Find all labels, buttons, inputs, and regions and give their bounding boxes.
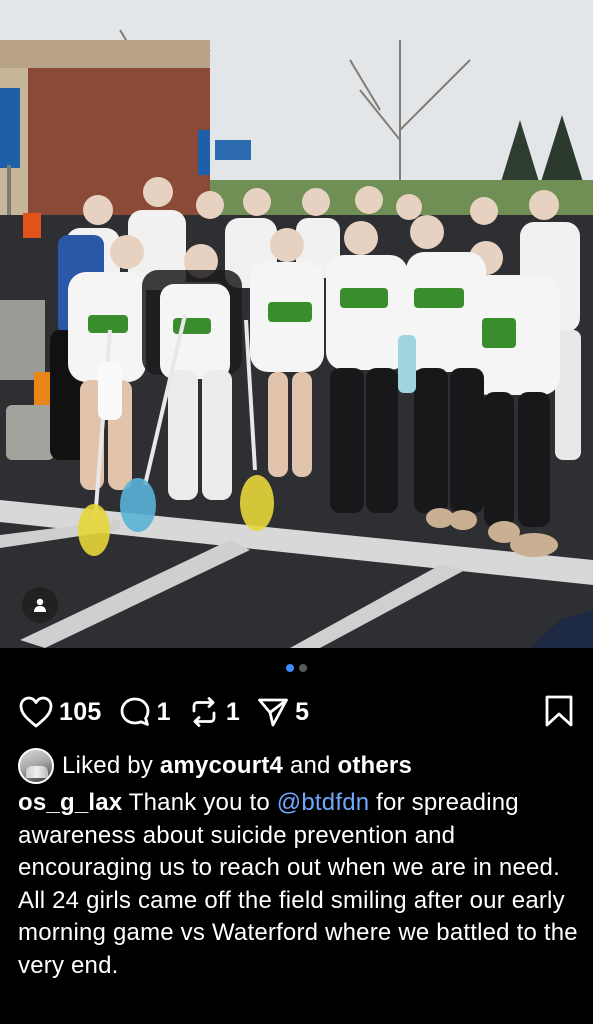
carousel-indicator <box>0 664 593 672</box>
carousel-dot <box>299 664 307 672</box>
caption-text-after: for spreading awareness about suicide pr… <box>18 789 578 979</box>
post-footer: 105 1 1 5 Liked by amycourt4 and others … <box>0 648 593 1024</box>
liker-username[interactable]: amycourt4 <box>160 752 283 779</box>
action-bar: 105 1 1 5 <box>18 692 574 732</box>
tagged-users-button[interactable] <box>22 587 58 623</box>
share-button[interactable]: 5 <box>256 695 309 729</box>
heart-icon <box>19 696 53 728</box>
post-photo[interactable] <box>0 0 593 648</box>
repost-icon <box>192 697 216 727</box>
caption-username[interactable]: os_g_lax <box>18 789 122 816</box>
send-icon <box>258 698 288 727</box>
liked-by-text: Liked by amycourt4 and others <box>62 752 412 780</box>
like-count: 105 <box>59 697 102 726</box>
repost-button[interactable]: 1 <box>187 695 240 729</box>
person-icon <box>34 598 46 612</box>
liked-by-joiner: and <box>289 752 331 779</box>
team-photo <box>0 0 593 648</box>
comment-count: 1 <box>156 697 171 726</box>
liked-by-row[interactable]: Liked by amycourt4 and others <box>18 748 412 784</box>
liked-by-prefix: Liked by <box>62 752 153 779</box>
comment-icon <box>120 697 150 726</box>
likers-others-link[interactable]: others <box>337 752 412 779</box>
comment-button[interactable]: 1 <box>118 695 171 729</box>
save-button[interactable] <box>544 694 574 733</box>
post-caption: os_g_lax Thank you to @btdfdn for spread… <box>18 787 578 982</box>
caption-text-before: Thank you to <box>128 789 270 816</box>
carousel-dot-active <box>286 664 294 672</box>
share-count: 5 <box>295 697 310 726</box>
liker-avatar[interactable] <box>18 748 54 784</box>
repost-count: 1 <box>225 697 241 726</box>
caption-mention[interactable]: @btdfdn <box>277 789 370 816</box>
like-button[interactable]: 105 <box>18 695 102 729</box>
bookmark-icon <box>545 695 573 727</box>
